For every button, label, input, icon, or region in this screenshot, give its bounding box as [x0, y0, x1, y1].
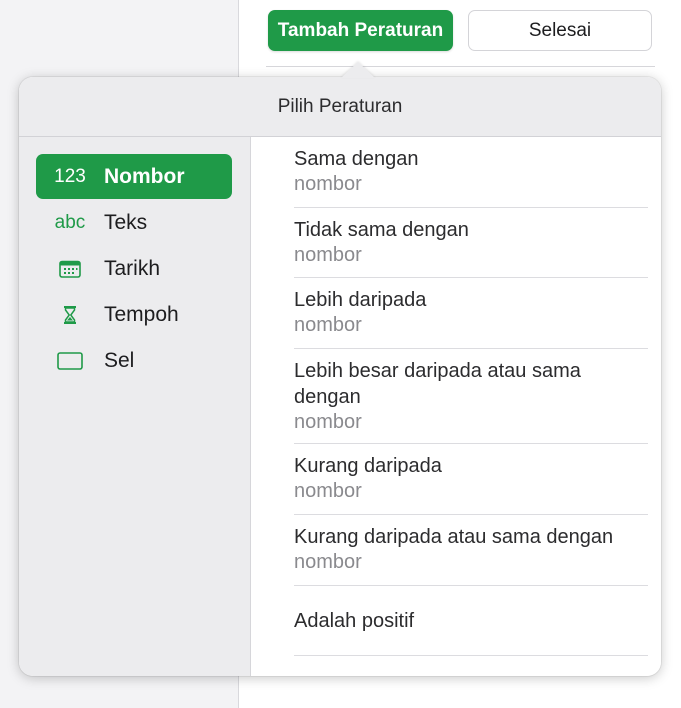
- choose-rule-popover: Pilih Peraturan 123 Nombor abc Teks Tari…: [19, 77, 661, 676]
- divider: [294, 277, 648, 278]
- rule-item-greater-or-equal[interactable]: Lebih besar daripada atau sama dengan no…: [294, 358, 647, 434]
- rule-category-sidebar: 123 Nombor abc Teks Tarikh Tempoh Sel: [19, 137, 251, 676]
- rule-item-is-positive[interactable]: Adalah positif: [294, 608, 647, 634]
- divider: [294, 348, 648, 349]
- rule-subtitle: nombor: [294, 244, 362, 266]
- rule-title: Adalah positif: [294, 610, 415, 632]
- rule-item-less-or-equal[interactable]: Kurang daripada atau sama dengan nombor: [294, 524, 647, 574]
- category-number[interactable]: 123 Nombor: [36, 154, 232, 199]
- rule-item-not-equal[interactable]: Tidak sama dengan nombor: [294, 217, 647, 267]
- category-label: Nombor: [104, 164, 185, 188]
- rule-subtitle: nombor: [294, 480, 362, 502]
- divider: [294, 514, 648, 515]
- category-label: Teks: [104, 210, 148, 234]
- rule-list: Sama dengan nombor Tidak sama dengan nom…: [251, 137, 661, 676]
- divider: [294, 207, 648, 208]
- calendar-icon: [36, 260, 104, 278]
- text-icon: abc: [54, 211, 86, 233]
- rule-item-equal[interactable]: Sama dengan nombor: [294, 146, 647, 196]
- rule-item-less-than[interactable]: Kurang daripada nombor: [294, 453, 647, 503]
- rule-title: Lebih besar daripada atau sama dengan: [294, 360, 581, 408]
- category-text[interactable]: abc Teks: [36, 200, 232, 245]
- done-button[interactable]: Selesai: [468, 10, 652, 51]
- rule-title: Sama dengan: [294, 148, 419, 170]
- rule-title: Tidak sama dengan: [294, 219, 469, 241]
- category-label: Sel: [104, 348, 135, 372]
- rule-subtitle: nombor: [294, 411, 362, 433]
- popover-title: Pilih Peraturan: [19, 77, 661, 137]
- category-label: Tempoh: [104, 302, 179, 326]
- category-duration[interactable]: Tempoh: [36, 292, 232, 337]
- rule-item-greater-than[interactable]: Lebih daripada nombor: [294, 287, 647, 337]
- divider: [294, 585, 648, 586]
- rule-title: Lebih daripada: [294, 289, 427, 311]
- divider: [294, 655, 648, 656]
- number-icon: 123: [54, 165, 86, 187]
- toolbar-divider: [266, 66, 655, 67]
- hourglass-icon: [36, 305, 104, 325]
- category-label: Tarikh: [104, 256, 161, 280]
- rule-subtitle: nombor: [294, 173, 362, 195]
- rule-title: Kurang daripada atau sama dengan: [294, 526, 614, 548]
- rule-title: Kurang daripada: [294, 455, 442, 477]
- rule-subtitle: nombor: [294, 551, 362, 573]
- divider: [294, 443, 648, 444]
- add-rule-button[interactable]: Tambah Peraturan: [268, 10, 453, 51]
- popover-arrow: [341, 62, 375, 78]
- cell-icon: [36, 351, 104, 370]
- category-cell[interactable]: Sel: [36, 338, 232, 383]
- category-date[interactable]: Tarikh: [36, 246, 232, 291]
- rule-subtitle: nombor: [294, 314, 362, 336]
